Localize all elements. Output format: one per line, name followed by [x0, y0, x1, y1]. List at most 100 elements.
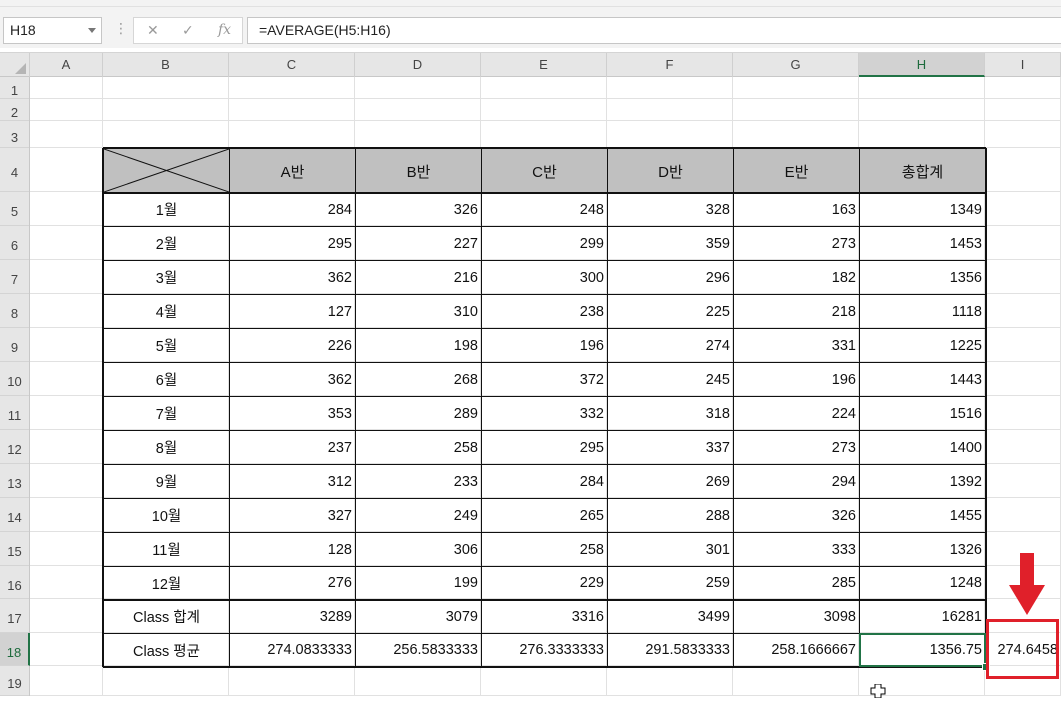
- value-cell[interactable]: 337: [608, 431, 733, 464]
- value-cell[interactable]: 273: [734, 227, 859, 260]
- value-cell[interactable]: 372: [482, 363, 607, 396]
- more-options-icon[interactable]: ⋮: [114, 20, 128, 37]
- row-header-15[interactable]: 15: [0, 532, 29, 566]
- value-cell[interactable]: 1326: [860, 533, 985, 566]
- value-cell[interactable]: 333: [734, 533, 859, 566]
- column-header-e[interactable]: E: [481, 53, 607, 77]
- value-cell[interactable]: 332: [482, 397, 607, 430]
- formula-input[interactable]: =AVERAGE(H5:H16): [247, 17, 1061, 44]
- value-cell[interactable]: 163: [734, 193, 859, 226]
- row-label-cell[interactable]: 9월: [104, 465, 229, 498]
- value-cell[interactable]: 284: [482, 465, 607, 498]
- value-cell[interactable]: 296: [608, 261, 733, 294]
- value-cell[interactable]: 289: [356, 397, 481, 430]
- row-label-cell[interactable]: 12월: [104, 567, 229, 599]
- value-cell[interactable]: 273: [734, 431, 859, 464]
- table-header-cell[interactable]: E반: [734, 149, 859, 192]
- value-cell[interactable]: 294: [734, 465, 859, 498]
- table-header-cell[interactable]: D반: [608, 149, 733, 192]
- column-header-a[interactable]: A: [30, 53, 103, 77]
- value-cell[interactable]: 285: [734, 567, 859, 599]
- table-header-cell[interactable]: B반: [356, 149, 481, 192]
- value-cell[interactable]: 127: [230, 295, 355, 328]
- row-label-cell[interactable]: 1월: [104, 193, 229, 226]
- value-cell[interactable]: 218: [734, 295, 859, 328]
- value-cell[interactable]: 359: [608, 227, 733, 260]
- row-header-7[interactable]: 7: [0, 260, 29, 294]
- enter-icon[interactable]: ✓: [182, 22, 194, 39]
- row-label-cell[interactable]: 8월: [104, 431, 229, 464]
- value-cell[interactable]: 1349: [860, 193, 985, 226]
- value-cell[interactable]: 353: [230, 397, 355, 430]
- row-header-8[interactable]: 8: [0, 294, 29, 328]
- value-cell[interactable]: 301: [608, 533, 733, 566]
- value-cell[interactable]: 306: [356, 533, 481, 566]
- average-cell[interactable]: 274.0833333: [230, 634, 355, 666]
- value-cell[interactable]: 312: [230, 465, 355, 498]
- value-cell[interactable]: 274: [608, 329, 733, 362]
- row-header-9[interactable]: 9: [0, 328, 29, 362]
- value-cell[interactable]: 199: [356, 567, 481, 599]
- row-label-cell[interactable]: 11월: [104, 533, 229, 566]
- value-cell[interactable]: 1453: [860, 227, 985, 260]
- value-cell[interactable]: 259: [608, 567, 733, 599]
- row-label-cell[interactable]: 7월: [104, 397, 229, 430]
- active-cell-selection[interactable]: [859, 633, 986, 667]
- value-cell[interactable]: 1248: [860, 567, 985, 599]
- value-cell[interactable]: 1455: [860, 499, 985, 532]
- value-cell[interactable]: 1118: [860, 295, 985, 328]
- value-cell[interactable]: 269: [608, 465, 733, 498]
- row-header-6[interactable]: 6: [0, 226, 29, 260]
- column-header-h[interactable]: H: [859, 53, 985, 77]
- row-header-19[interactable]: 19: [0, 666, 29, 696]
- table-header-cell[interactable]: C반: [482, 149, 607, 192]
- row-label-cell[interactable]: 6월: [104, 363, 229, 396]
- row-header-16[interactable]: 16: [0, 566, 29, 599]
- average-label-cell[interactable]: Class 평균: [104, 634, 229, 666]
- value-cell[interactable]: 128: [230, 533, 355, 566]
- average-cell[interactable]: 291.5833333: [608, 634, 733, 666]
- total-cell[interactable]: 3079: [356, 600, 481, 633]
- value-cell[interactable]: 216: [356, 261, 481, 294]
- name-box[interactable]: H18: [3, 17, 102, 44]
- total-cell[interactable]: 3098: [734, 600, 859, 633]
- value-cell[interactable]: 284: [230, 193, 355, 226]
- value-cell[interactable]: 1443: [860, 363, 985, 396]
- row-header-2[interactable]: 2: [0, 99, 29, 121]
- row-header-18[interactable]: 18: [0, 633, 30, 666]
- value-cell[interactable]: 268: [356, 363, 481, 396]
- average-cell[interactable]: 276.3333333: [482, 634, 607, 666]
- value-cell[interactable]: 1400: [860, 431, 985, 464]
- value-cell[interactable]: 245: [608, 363, 733, 396]
- value-cell[interactable]: 331: [734, 329, 859, 362]
- total-cell[interactable]: 3316: [482, 600, 607, 633]
- average-cell[interactable]: 258.1666667: [734, 634, 859, 666]
- row-header-12[interactable]: 12: [0, 430, 29, 464]
- row-label-cell[interactable]: 4월: [104, 295, 229, 328]
- value-cell[interactable]: 326: [356, 193, 481, 226]
- value-cell[interactable]: 258: [482, 533, 607, 566]
- table-header-cell[interactable]: 총합계: [860, 149, 985, 192]
- value-cell[interactable]: 362: [230, 261, 355, 294]
- row-label-cell[interactable]: 10월: [104, 499, 229, 532]
- value-cell[interactable]: 295: [230, 227, 355, 260]
- row-header-10[interactable]: 10: [0, 362, 29, 396]
- value-cell[interactable]: 299: [482, 227, 607, 260]
- table-corner-cell[interactable]: [104, 149, 229, 192]
- value-cell[interactable]: 233: [356, 465, 481, 498]
- value-cell[interactable]: 265: [482, 499, 607, 532]
- table-header-cell[interactable]: A반: [230, 149, 355, 192]
- total-cell[interactable]: 3499: [608, 600, 733, 633]
- cancel-icon[interactable]: ✕: [147, 22, 159, 39]
- value-cell[interactable]: 327: [230, 499, 355, 532]
- value-cell[interactable]: 328: [608, 193, 733, 226]
- row-header-13[interactable]: 13: [0, 464, 29, 498]
- row-header-17[interactable]: 17: [0, 599, 29, 633]
- value-cell[interactable]: 226: [230, 329, 355, 362]
- totals-label-cell[interactable]: Class 합계: [104, 600, 229, 633]
- value-cell[interactable]: 229: [482, 567, 607, 599]
- column-header-g[interactable]: G: [733, 53, 859, 77]
- row-header-1[interactable]: 1: [0, 77, 29, 99]
- value-cell[interactable]: 182: [734, 261, 859, 294]
- select-all-button[interactable]: [0, 53, 30, 77]
